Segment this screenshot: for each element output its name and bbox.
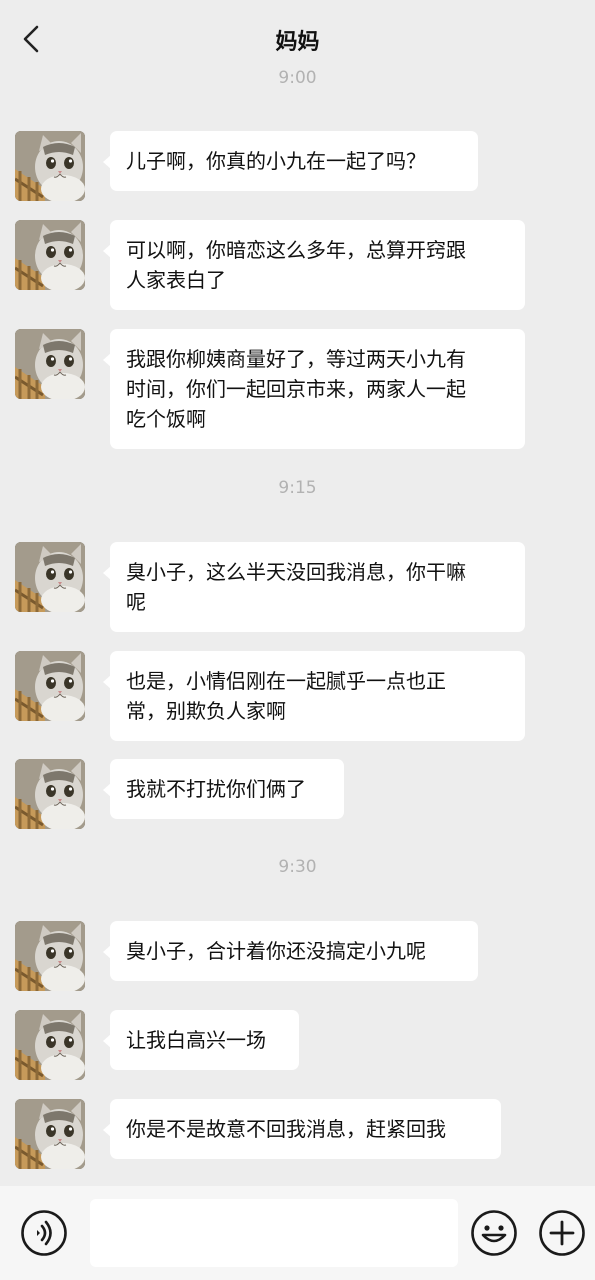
chat-title: 妈妈 — [275, 30, 320, 55]
timestamp: 9:30 — [278, 857, 317, 877]
message-input[interactable] — [90, 1199, 458, 1267]
cat-avatar[interactable] — [15, 759, 85, 829]
emoji-button[interactable] — [470, 1209, 518, 1257]
message-bubble[interactable]: 我就不打扰你们俩了 — [103, 759, 344, 819]
timestamp: 9:15 — [278, 478, 317, 498]
timestamp: 9:00 — [278, 68, 317, 88]
voice-icon — [20, 1210, 68, 1261]
input-bar — [0, 1186, 595, 1280]
cat-avatar[interactable] — [15, 220, 85, 290]
message-bubble[interactable]: 臭小子，这么半天没回我消息，你干嘛 呢 — [103, 542, 525, 632]
cat-avatar[interactable] — [15, 921, 85, 991]
cat-avatar[interactable] — [15, 131, 85, 201]
more-button[interactable] — [538, 1209, 586, 1257]
cat-avatar[interactable] — [15, 651, 85, 721]
message-bubble[interactable]: 臭小子，合计着你还没搞定小九呢 — [103, 921, 478, 981]
message-bubble[interactable]: 可以啊，你暗恋这么多年，总算开窍跟 人家表白了 — [103, 220, 525, 310]
cat-avatar[interactable] — [15, 542, 85, 612]
cat-avatar[interactable] — [15, 329, 85, 399]
message-bubble[interactable]: 儿子啊，你真的小九在一起了吗？ — [103, 131, 478, 191]
voice-button[interactable] — [20, 1209, 68, 1257]
message-bubble[interactable]: 让我白高兴一场 — [103, 1010, 299, 1070]
message-bubble[interactable]: 也是，小情侣刚在一起腻乎一点也正 常，别欺负人家啊 — [103, 651, 525, 741]
message-bubble[interactable]: 你是不是故意不回我消息，赶紧回我 — [103, 1099, 501, 1159]
plus-icon — [538, 1210, 586, 1261]
cat-avatar[interactable] — [15, 1010, 85, 1080]
message-bubble[interactable]: 我跟你柳姨商量好了，等过两天小九有 时间，你们一起回京市来，两家人一起 吃个饭啊 — [103, 329, 525, 449]
emoji-icon — [470, 1210, 518, 1261]
cat-avatar[interactable] — [15, 1099, 85, 1169]
